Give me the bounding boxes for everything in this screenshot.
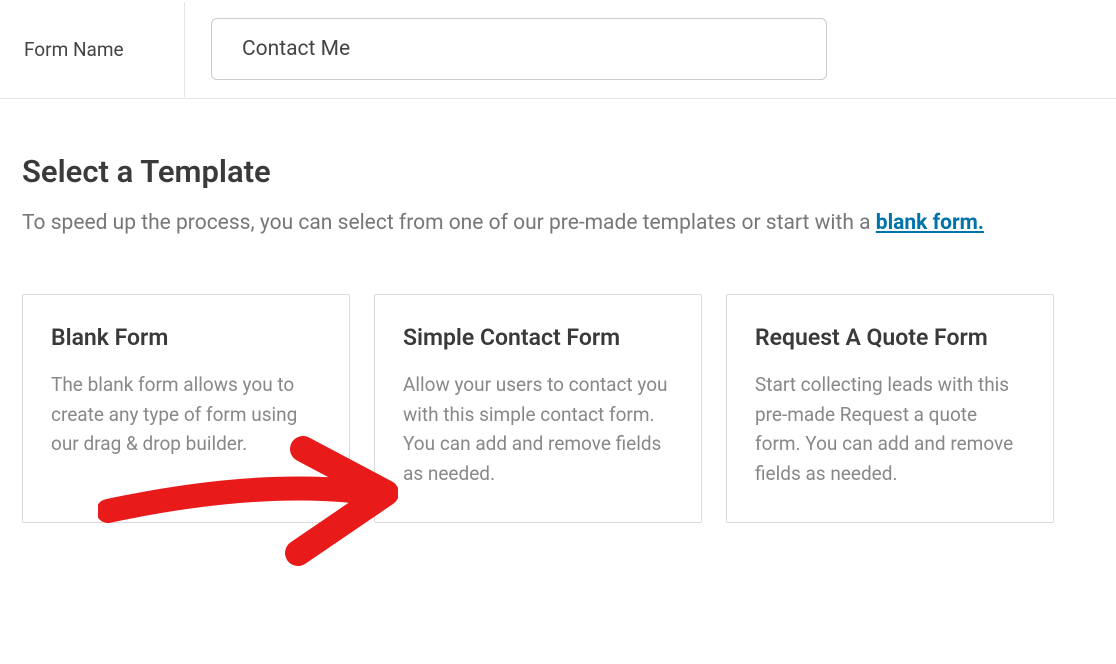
- form-name-label: Form Name: [0, 2, 185, 97]
- template-card-request-quote[interactable]: Request A Quote Form Start collecting le…: [726, 294, 1054, 524]
- template-title: Simple Contact Form: [403, 323, 673, 353]
- template-card-simple-contact[interactable]: Simple Contact Form Allow your users to …: [374, 294, 702, 524]
- template-desc: Allow your users to contact you with thi…: [403, 370, 673, 488]
- template-title: Request A Quote Form: [755, 323, 1025, 353]
- select-template-desc: To speed up the process, you can select …: [22, 208, 1094, 240]
- form-name-input[interactable]: [211, 18, 827, 80]
- templates-grid: Blank Form The blank form allows you to …: [22, 294, 1094, 524]
- template-card-blank[interactable]: Blank Form The blank form allows you to …: [22, 294, 350, 524]
- template-desc: The blank form allows you to create any …: [51, 370, 321, 458]
- main-content: Select a Template To speed up the proces…: [0, 99, 1116, 553]
- select-template-title: Select a Template: [22, 153, 1094, 190]
- select-template-desc-text: To speed up the process, you can select …: [22, 211, 876, 235]
- form-name-input-wrap: [185, 0, 1116, 98]
- blank-form-link[interactable]: blank form.: [876, 211, 984, 235]
- form-name-row: Form Name: [0, 0, 1116, 99]
- template-desc: Start collecting leads with this pre-mad…: [755, 370, 1025, 488]
- template-title: Blank Form: [51, 323, 321, 353]
